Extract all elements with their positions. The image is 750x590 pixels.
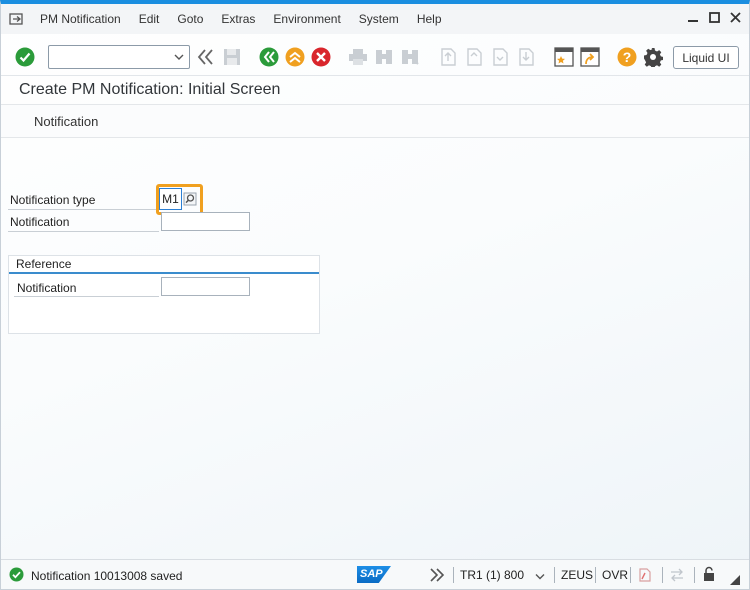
menu-help[interactable]: Help xyxy=(408,12,451,26)
print-icon[interactable] xyxy=(346,45,370,69)
find-icon[interactable] xyxy=(372,45,396,69)
close-icon[interactable] xyxy=(729,11,741,23)
previous-page-icon[interactable] xyxy=(462,45,486,69)
status-separator xyxy=(453,567,454,583)
sap-window: PM Notification Edit Goto Extras Environ… xyxy=(0,0,750,590)
standard-toolbar: ? Liquid UI xyxy=(1,40,749,76)
save-icon[interactable] xyxy=(220,45,244,69)
enter-check-icon[interactable] xyxy=(13,45,37,69)
document-icon xyxy=(637,567,653,586)
status-message-text: Notification 10013008 saved xyxy=(31,569,183,583)
label-underline xyxy=(8,209,159,210)
reference-group-title: Reference xyxy=(16,257,72,271)
help-icon[interactable]: ? xyxy=(615,45,639,69)
reference-notification-label: Notification xyxy=(17,281,77,295)
status-separator xyxy=(694,567,695,583)
window-controls xyxy=(687,11,741,23)
command-field[interactable] xyxy=(48,45,190,69)
status-separator xyxy=(554,567,555,583)
status-separator xyxy=(595,567,596,583)
label-underline xyxy=(14,296,159,297)
menu-edit[interactable]: Edit xyxy=(130,12,169,26)
chevron-down-icon[interactable] xyxy=(174,51,184,65)
status-bar: Notification 10013008 saved SAP TR1 (1) … xyxy=(1,559,749,589)
value-help-icon[interactable] xyxy=(182,190,198,208)
success-check-icon xyxy=(9,567,24,585)
notification-type-input[interactable]: M1 xyxy=(159,188,182,210)
reference-group-header: Reference xyxy=(9,256,319,274)
reference-notification-input[interactable] xyxy=(161,277,250,296)
svg-text:?: ? xyxy=(623,49,632,65)
notification-label: Notification xyxy=(10,215,70,229)
page-title: Create PM Notification: Initial Screen xyxy=(19,81,281,98)
menu-system[interactable]: System xyxy=(350,12,408,26)
exit-icon[interactable] xyxy=(283,45,307,69)
transfer-icon xyxy=(669,567,685,586)
generate-shortcut-icon[interactable] xyxy=(578,45,602,69)
server-name: ZEUS xyxy=(561,568,594,582)
notification-toolbar-button[interactable]: Notification xyxy=(34,114,98,129)
system-chevron-down-icon[interactable] xyxy=(535,570,545,584)
lock-icon[interactable] xyxy=(702,566,716,585)
double-chevron-right-icon[interactable] xyxy=(429,568,445,585)
double-chevron-left-icon[interactable] xyxy=(194,45,218,69)
liquid-ui-button[interactable]: Liquid UI xyxy=(673,46,739,69)
menu-extras[interactable]: Extras xyxy=(212,12,264,26)
application-toolbar: Notification xyxy=(1,104,749,138)
menu-environment[interactable]: Environment xyxy=(264,12,349,26)
cancel-icon[interactable] xyxy=(309,45,333,69)
menu-exit-icon[interactable] xyxy=(1,4,31,34)
maximize-icon[interactable] xyxy=(708,11,720,23)
find-next-icon[interactable] xyxy=(398,45,422,69)
status-separator xyxy=(662,567,663,583)
system-info[interactable]: TR1 (1) 800 xyxy=(460,568,524,582)
minimize-icon[interactable] xyxy=(687,11,699,23)
notification-input[interactable] xyxy=(161,212,250,231)
notification-type-label: Notification type xyxy=(10,193,96,207)
menu-bar: PM Notification Edit Goto Extras Environ… xyxy=(1,4,749,34)
next-page-icon[interactable] xyxy=(488,45,512,69)
settings-gear-icon[interactable] xyxy=(641,45,665,69)
resize-grip-icon[interactable] xyxy=(729,574,741,589)
create-session-icon[interactable] xyxy=(552,45,576,69)
status-separator xyxy=(630,567,631,583)
status-message[interactable]: Notification 10013008 saved xyxy=(9,567,182,585)
input-mode[interactable]: OVR xyxy=(602,568,628,582)
menu-goto[interactable]: Goto xyxy=(168,12,212,26)
sap-logo: SAP xyxy=(357,566,391,583)
last-page-icon[interactable] xyxy=(514,45,538,69)
first-page-icon[interactable] xyxy=(436,45,460,69)
menu-pm-notification[interactable]: PM Notification xyxy=(31,12,130,26)
back-icon[interactable] xyxy=(257,45,281,69)
label-underline xyxy=(8,231,159,232)
